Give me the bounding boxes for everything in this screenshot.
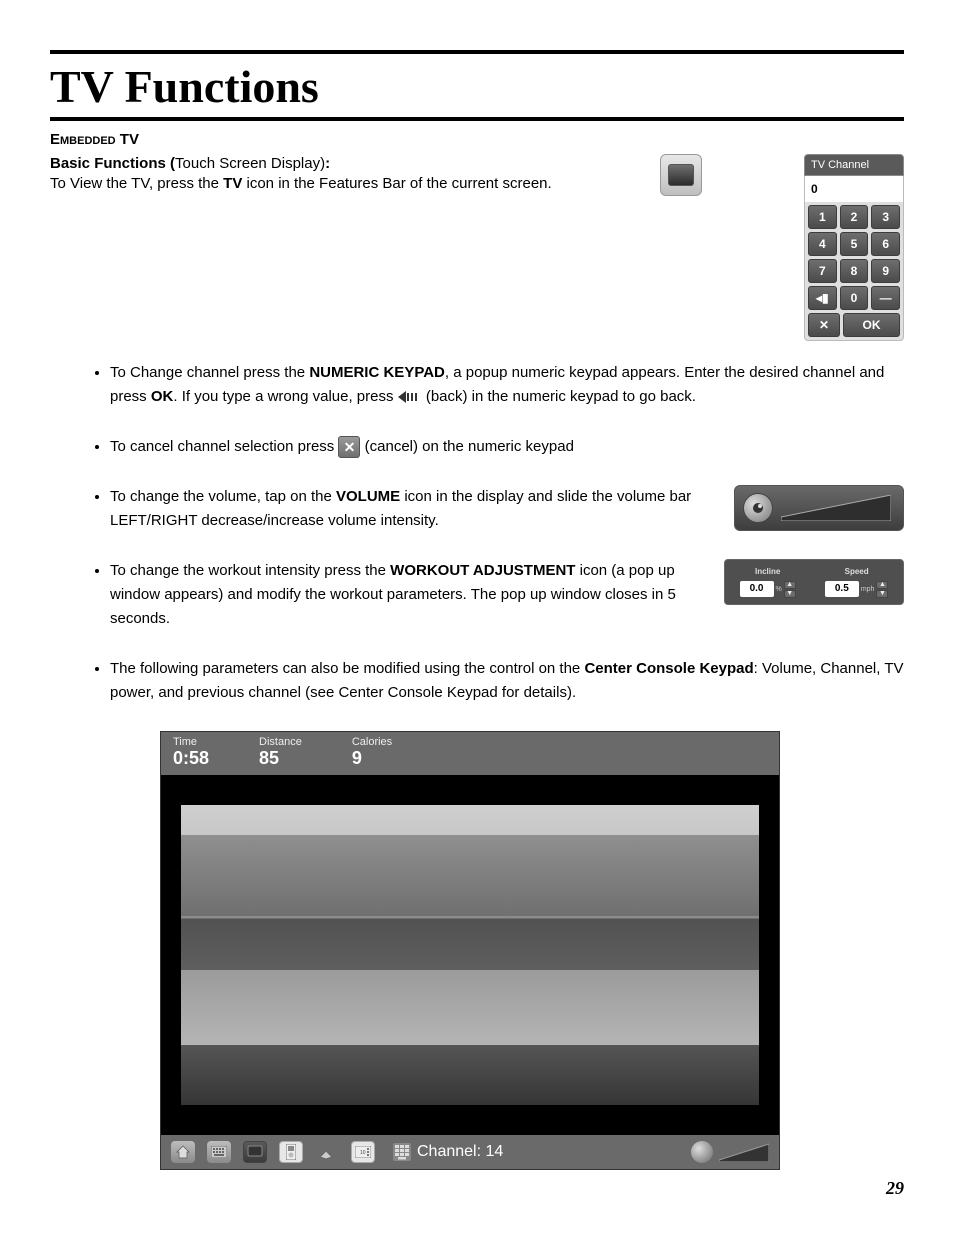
b1-bold2: OK: [151, 388, 174, 405]
keypad-1[interactable]: 1: [808, 205, 837, 229]
tv-letterbox-top: [161, 775, 779, 805]
tv-video-area: [181, 805, 759, 1105]
b3-t1: To change the volume, tap on the: [110, 488, 336, 505]
home-icon[interactable]: [171, 1141, 195, 1163]
bullet-list: To Change channel press the NUMERIC KEYP…: [90, 361, 904, 705]
intro-tv-bold: TV: [223, 175, 242, 192]
b5-bold: Center Console Keypad: [584, 660, 753, 677]
calories-value: 9: [352, 748, 392, 769]
keyboard-icon[interactable]: [207, 1141, 231, 1163]
bullet-3: To change the volume, tap on the VOLUME …: [110, 485, 904, 533]
b4-t1: To change the workout intensity press th…: [110, 562, 390, 579]
intro-text: Basic Functions (Touch Screen Display): …: [50, 154, 648, 195]
keypad-back[interactable]: ◂▮: [808, 286, 837, 310]
section-label: Embedded TV: [50, 131, 904, 148]
speed-label: Speed: [845, 566, 869, 579]
b2-t2: (cancel) on the numeric keypad: [365, 438, 574, 455]
speed-down[interactable]: ▼: [876, 590, 888, 598]
rule-top: [50, 50, 904, 54]
incline-group: Incline 0.0 % ▲ ▼: [740, 566, 796, 598]
tv-stats-bar: Time 0:58 Distance 85 Calories 9: [161, 732, 779, 775]
features-volume-wedge-icon: [719, 1142, 769, 1162]
incline-unit: %: [776, 584, 782, 595]
time-value: 0:58: [173, 748, 209, 769]
b1-t1: To Change channel press the: [110, 364, 309, 381]
b1-t3: . If you type a wrong value, press: [173, 388, 397, 405]
volume-wedge-icon: [781, 495, 895, 521]
tv-icon[interactable]: [660, 154, 702, 196]
bullet-5: The following parameters can also be mod…: [110, 657, 904, 705]
keypad-grid: 1 2 3 4 5 6 7 8 9 ◂▮ 0 —: [804, 202, 904, 313]
keypad-small-icon: [393, 1143, 411, 1161]
b4-bold: WORKOUT ADJUSTMENT: [390, 562, 575, 579]
volume-knob-icon: [743, 493, 773, 523]
speed-value: 0.5: [825, 581, 859, 597]
keypad-header: TV Channel: [804, 154, 904, 176]
b3-bold: VOLUME: [336, 488, 400, 505]
page-number: 29: [50, 1178, 904, 1199]
tv-screenshot: Time 0:58 Distance 85 Calories 9 1: [160, 731, 780, 1170]
speed-group: Speed 0.5 mph ▲ ▼: [825, 566, 889, 598]
distance-label: Distance: [259, 736, 302, 748]
b2-t1: To cancel channel selection press: [110, 438, 338, 455]
stat-distance: Distance 85: [259, 736, 302, 769]
keypad-0[interactable]: 0: [840, 286, 869, 310]
channel-label: Channel: 14: [417, 1143, 503, 1161]
keypad-dash[interactable]: —: [871, 286, 900, 310]
keypad-ok[interactable]: OK: [843, 313, 900, 337]
rule-bottom: [50, 117, 904, 121]
tv-letterbox-bot: [161, 1105, 779, 1135]
tv-icon-wrap: [660, 154, 702, 196]
volume-widget[interactable]: [734, 485, 904, 531]
stat-time: Time 0:58: [173, 736, 209, 769]
tv-feature-icon[interactable]: [243, 1141, 267, 1163]
intro-bold1: Basic Functions (: [50, 155, 175, 172]
intro-plain1: Touch Screen Display): [175, 155, 325, 172]
b1-t4: (back) in the numeric keypad to go back.: [426, 388, 696, 405]
time-label: Time: [173, 736, 209, 748]
list-icon[interactable]: 10: [351, 1141, 375, 1163]
ipod-icon[interactable]: [279, 1141, 303, 1163]
calories-label: Calories: [352, 736, 392, 748]
keypad-7[interactable]: 7: [808, 259, 837, 283]
features-volume-knob-icon: [691, 1141, 713, 1163]
b5-t1: The following parameters can also be mod…: [110, 660, 584, 677]
speed-unit: mph: [861, 584, 875, 595]
stat-calories: Calories 9: [352, 736, 392, 769]
page-title: TV Functions: [50, 60, 904, 113]
keypad-9[interactable]: 9: [871, 259, 900, 283]
numeric-keypad: TV Channel 0 1 2 3 4 5 6 7 8 9 ◂▮ 0 — ✕ …: [804, 154, 904, 341]
features-volume[interactable]: [691, 1141, 769, 1163]
keypad-wrap: TV Channel 0 1 2 3 4 5 6 7 8 9 ◂▮ 0 — ✕ …: [804, 154, 904, 341]
tv-screen-icon: [668, 164, 694, 186]
bullet-1: To Change channel press the NUMERIC KEYP…: [110, 361, 904, 409]
keypad-lastrow: ✕ OK: [804, 313, 904, 341]
svg-text:10: 10: [360, 1150, 366, 1156]
features-channel[interactable]: Channel: 14: [393, 1143, 503, 1161]
keypad-cancel[interactable]: ✕: [808, 313, 840, 337]
intro-line2b: icon in the Features Bar of the current …: [242, 175, 551, 192]
eraser-icon[interactable]: [315, 1141, 339, 1163]
keypad-display: 0: [804, 176, 904, 202]
keypad-4[interactable]: 4: [808, 232, 837, 256]
intro-line2a: To View the TV, press the: [50, 175, 223, 192]
cancel-icon: ✕: [338, 436, 360, 458]
features-bar: 10 Channel: 14: [161, 1135, 779, 1169]
b1-bold1: NUMERIC KEYPAD: [309, 364, 445, 381]
back-icon: [398, 390, 422, 404]
keypad-3[interactable]: 3: [871, 205, 900, 229]
bullet-2: To cancel channel selection press ✕ (can…: [110, 435, 904, 459]
keypad-8[interactable]: 8: [840, 259, 869, 283]
incline-label: Incline: [755, 566, 780, 579]
bullet-4: To change the workout intensity press th…: [110, 559, 904, 631]
incline-down[interactable]: ▼: [784, 590, 796, 598]
workout-adjust-widget[interactable]: Incline 0.0 % ▲ ▼ Speed: [724, 559, 904, 605]
keypad-5[interactable]: 5: [840, 232, 869, 256]
keypad-6[interactable]: 6: [871, 232, 900, 256]
incline-value: 0.0: [740, 581, 774, 597]
distance-value: 85: [259, 748, 302, 769]
intro-bold2: :: [325, 155, 330, 172]
keypad-2[interactable]: 2: [840, 205, 869, 229]
